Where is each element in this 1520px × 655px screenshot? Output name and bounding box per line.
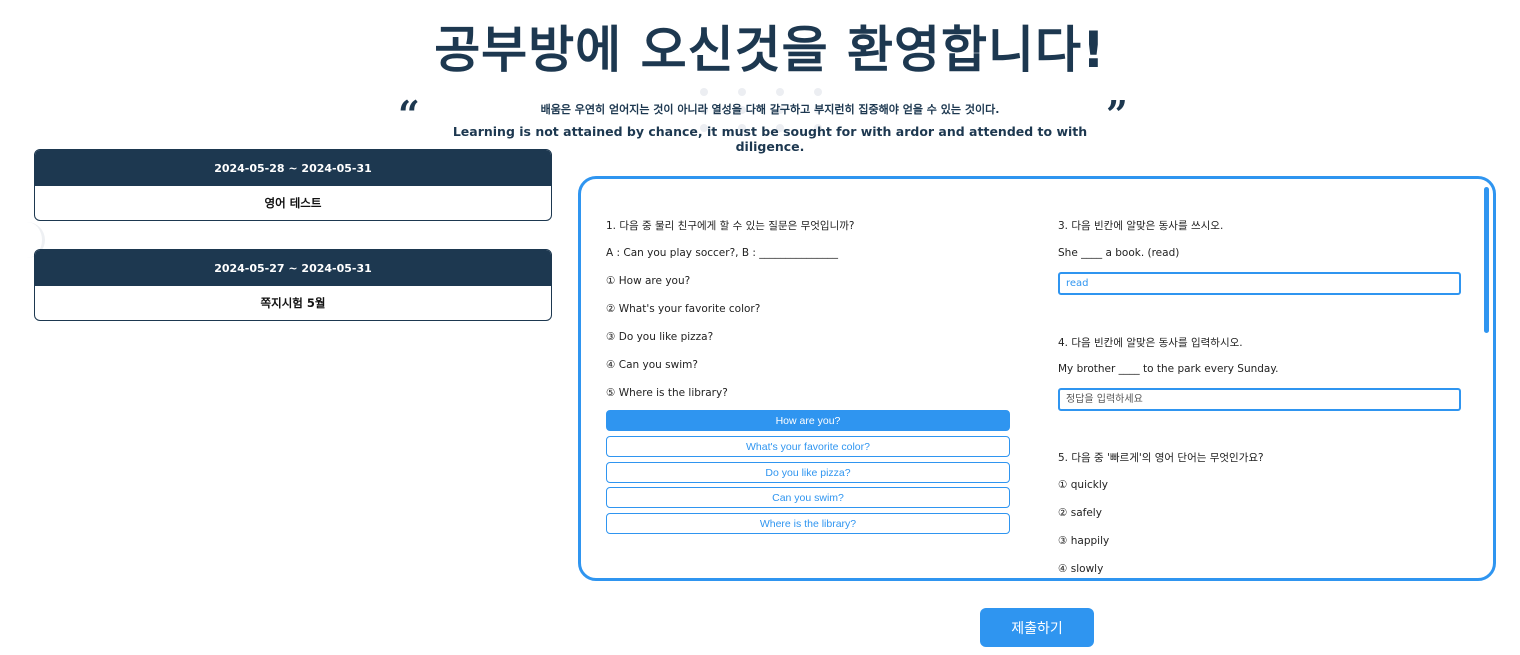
answer-option-button[interactable]: Can you swim? (606, 487, 1010, 508)
quiz-panel[interactable]: 1. 다음 중 물리 친구에게 할 수 있는 질문은 무엇입니까? A : Ca… (578, 176, 1496, 581)
page: 공부방에 오신것을 환영합니다! “ 배움은 우연히 얻어지는 것이 아니라 열… (0, 0, 1520, 655)
question-5-choice: ② safely (1058, 507, 1102, 519)
question-3-answer-input[interactable] (1058, 272, 1461, 295)
close-quote-icon: ” (1106, 92, 1128, 137)
answer-option-button[interactable]: What's your favorite color? (606, 436, 1010, 457)
scrollbar-thumb[interactable] (1484, 187, 1489, 333)
test-card[interactable]: 2024-05-27 ~ 2024-05-31 쪽지시험 5월 (34, 249, 552, 321)
question-5-choice: ③ happily (1058, 535, 1110, 547)
question-3-text: 3. 다음 빈칸에 알맞은 동사를 쓰시오. (1058, 220, 1224, 232)
page-title: 공부방에 오신것을 환영합니다! (434, 21, 1106, 79)
test-date-range: 2024-05-27 ~ 2024-05-31 (35, 250, 551, 286)
test-name: 영어 테스트 (264, 196, 322, 210)
question-1-choice: ③ Do you like pizza? (606, 331, 714, 343)
question-5-choice: ④ slowly (1058, 563, 1104, 575)
question-3-sentence: She ____ a book. (read) (1058, 247, 1180, 259)
open-quote-icon: “ (398, 92, 420, 137)
question-5-text: 5. 다음 중 '빠르게'의 영어 단어는 무엇인가요? (1058, 452, 1264, 464)
question-4-sentence: My brother ____ to the park every Sunday… (1058, 363, 1279, 375)
question-4-text: 4. 다음 빈칸에 알맞은 동사를 입력하시오. (1058, 337, 1243, 349)
question-1-choice: ⑤ Where is the library? (606, 387, 728, 399)
answer-option-button[interactable]: Do you like pizza? (606, 462, 1010, 483)
test-date-range: 2024-05-28 ~ 2024-05-31 (35, 150, 551, 186)
test-card[interactable]: 2024-05-28 ~ 2024-05-31 영어 테스트 (34, 149, 552, 221)
question-1-prompt: A : Can you play soccer?, B : __________… (606, 247, 838, 259)
test-name: 쪽지시험 5월 (260, 296, 326, 310)
question-1-choice: ④ Can you swim? (606, 359, 698, 371)
submit-button[interactable]: 제출하기 (980, 608, 1094, 647)
question-1-choice: ② What's your favorite color? (606, 303, 761, 315)
question-5-choice: ① quickly (1058, 479, 1108, 491)
answer-option-button[interactable]: Where is the library? (606, 513, 1010, 534)
question-4-answer-input[interactable] (1058, 388, 1461, 411)
question-1-choice: ① How are you? (606, 275, 691, 287)
answer-option-button[interactable]: How are you? (606, 410, 1010, 431)
question-1-text: 1. 다음 중 물리 친구에게 할 수 있는 질문은 무엇입니까? (606, 220, 855, 232)
quote-korean: 배움은 우연히 얻어지는 것이 아니라 열성을 다해 갈구하고 부지런히 집중해… (540, 103, 1000, 116)
